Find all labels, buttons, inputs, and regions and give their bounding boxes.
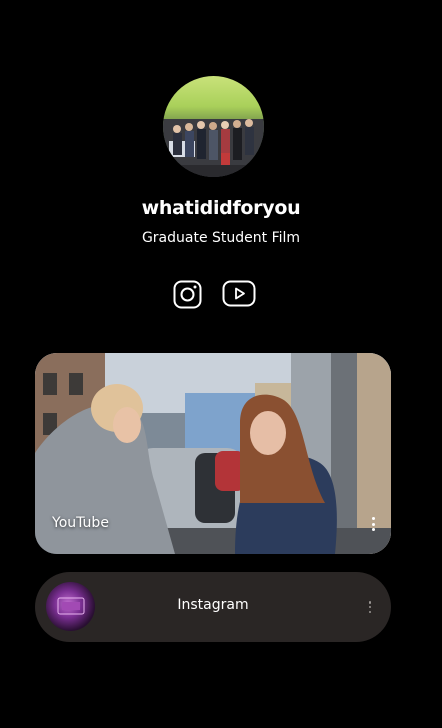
youtube-icon[interactable] [222,280,256,307]
youtube-link-more-icon[interactable] [368,515,378,533]
avatar-group-photo [163,119,264,177]
instagram-icon[interactable] [173,280,202,309]
youtube-link-title: YouTube [52,515,109,531]
profile-username: whatididforyou [141,197,301,219]
instagram-link-card[interactable]: Instagram [35,572,391,642]
instagram-link-title: Instagram [177,597,249,613]
profile-bio: Graduate Student Film [141,230,301,246]
profile-avatar [163,76,264,177]
instagram-link-more-icon[interactable] [365,599,375,615]
